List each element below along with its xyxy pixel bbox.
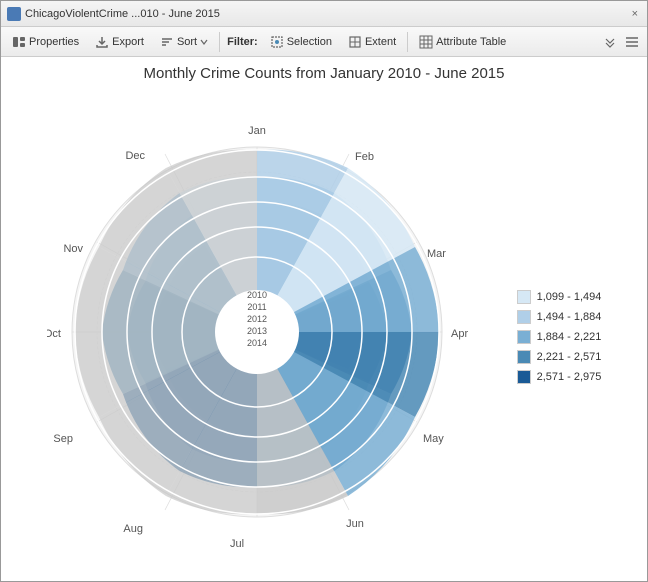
legend-item-3: 1,884 - 2,221 (517, 330, 602, 344)
svg-text:2010: 2010 (247, 290, 267, 300)
chart-svg: 2010 2011 2012 2013 2014 Jan Feb Mar Apr… (47, 102, 507, 562)
legend-item-5: 2,571 - 2,975 (517, 370, 602, 384)
selection-icon (270, 35, 284, 49)
svg-text:Jul: Jul (230, 538, 244, 550)
dropdown-button[interactable] (601, 30, 619, 54)
svg-text:2014: 2014 (247, 338, 267, 348)
sort-icon (160, 35, 174, 49)
chart-legend: 1,099 - 1,494 1,494 - 1,884 1,884 - 2,22… (517, 290, 602, 384)
legend-item-1: 1,099 - 1,494 (517, 290, 602, 304)
close-button[interactable]: × (629, 8, 641, 20)
legend-swatch-3 (517, 330, 531, 344)
svg-text:May: May (423, 433, 444, 445)
sort-button[interactable]: Sort (153, 30, 215, 54)
legend-swatch-2 (517, 310, 531, 324)
menu-icon (625, 35, 639, 49)
svg-text:Jun: Jun (346, 518, 364, 530)
properties-icon (12, 35, 26, 49)
polar-chart: 2010 2011 2012 2013 2014 Jan Feb Mar Apr… (47, 102, 507, 562)
legend-label-1: 1,099 - 1,494 (537, 291, 602, 303)
chart-area: 2010 2011 2012 2013 2014 Jan Feb Mar Apr… (1, 86, 647, 577)
svg-text:Dec: Dec (125, 150, 145, 162)
svg-text:Sep: Sep (53, 433, 73, 445)
extent-button[interactable]: Extent (341, 30, 403, 54)
title-bar: ChicagoViolentCrime ...010 - June 2015 × (1, 1, 647, 27)
export-icon (95, 35, 109, 49)
menu-button[interactable] (621, 30, 643, 54)
svg-text:Feb: Feb (355, 151, 374, 163)
svg-text:Jan: Jan (248, 125, 266, 137)
legend-item-2: 1,494 - 1,884 (517, 310, 602, 324)
properties-button[interactable]: Properties (5, 30, 86, 54)
title-bar-text: ChicagoViolentCrime ...010 - June 2015 (25, 8, 625, 20)
toolbar-right (601, 30, 643, 54)
svg-text:Apr: Apr (451, 328, 468, 340)
legend-swatch-5 (517, 370, 531, 384)
main-window: ChicagoViolentCrime ...010 - June 2015 ×… (0, 0, 648, 582)
dropdown-icon (605, 35, 615, 49)
selection-button[interactable]: Selection (263, 30, 339, 54)
app-icon (7, 7, 21, 21)
svg-text:Nov: Nov (63, 243, 83, 255)
svg-text:2011: 2011 (247, 302, 266, 312)
extent-icon (348, 35, 362, 49)
svg-text:2012: 2012 (247, 314, 267, 324)
export-button[interactable]: Export (88, 30, 151, 54)
chart-content: Monthly Crime Counts from January 2010 -… (1, 57, 647, 581)
separator-2 (407, 32, 408, 52)
legend-item-4: 2,221 - 2,571 (517, 350, 602, 364)
legend-label-3: 1,884 - 2,221 (537, 331, 602, 343)
svg-text:Oct: Oct (47, 328, 61, 340)
filter-label: Filter: (224, 36, 261, 48)
attribute-table-button[interactable]: Attribute Table (412, 30, 513, 54)
chart-title: Monthly Crime Counts from January 2010 -… (143, 65, 504, 82)
svg-text:Aug: Aug (123, 523, 143, 535)
legend-label-5: 2,571 - 2,975 (537, 371, 602, 383)
svg-text:2013: 2013 (247, 326, 267, 336)
sort-chevron-icon (200, 38, 208, 46)
toolbar: Properties Export Sort Filter: (1, 27, 647, 57)
separator-1 (219, 32, 220, 52)
legend-swatch-1 (517, 290, 531, 304)
legend-label-4: 2,221 - 2,571 (537, 351, 602, 363)
legend-label-2: 1,494 - 1,884 (537, 311, 602, 323)
table-icon (419, 35, 433, 49)
legend-swatch-4 (517, 350, 531, 364)
svg-text:Mar: Mar (427, 248, 446, 260)
